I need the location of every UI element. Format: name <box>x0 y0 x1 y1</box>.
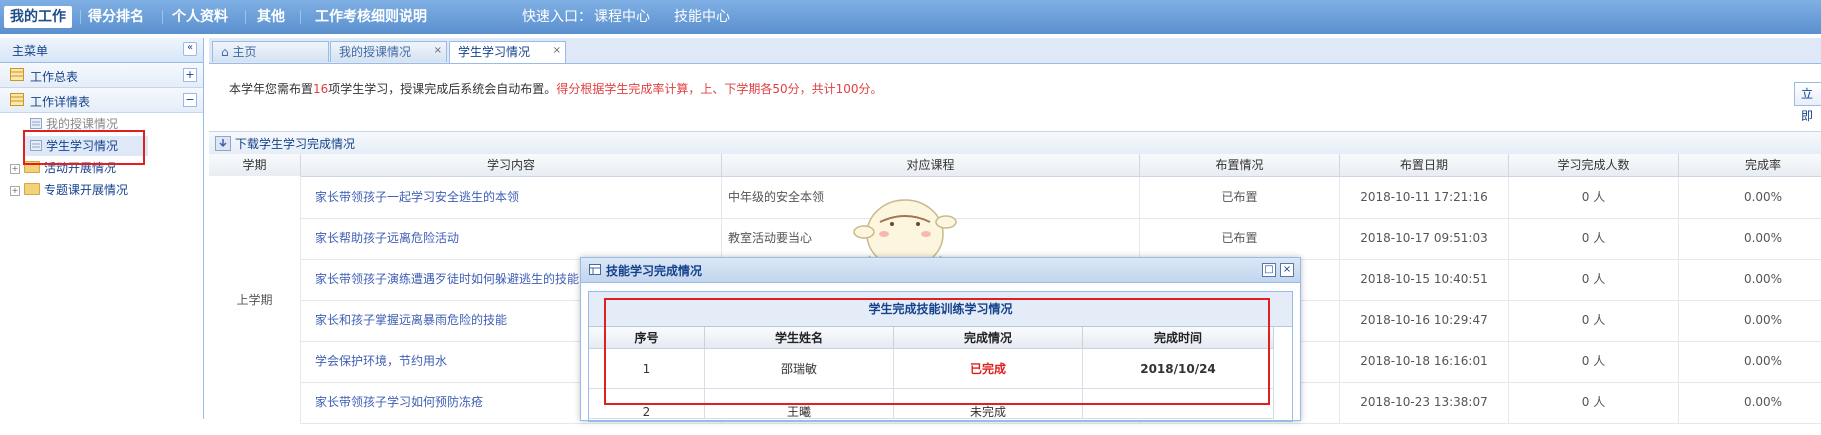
close-icon[interactable]: × <box>553 40 561 61</box>
rate-cell: 0.00% <box>1679 341 1821 382</box>
collapse-group-icon[interactable]: − <box>183 93 197 107</box>
table-icon <box>10 93 24 106</box>
date-cell: 2018-10-16 10:29:47 <box>1340 300 1509 341</box>
sidebar-group-work-summary[interactable]: 工作总表 + <box>0 63 203 88</box>
nav-divider <box>162 10 163 24</box>
table-row: 家长带领孩子一起学习安全逃生的本领 中年级的安全本领 已布置 2018-10-1… <box>209 177 1821 219</box>
nav-divider <box>80 10 81 24</box>
date-cell: 2018-10-18 16:16:01 <box>1340 341 1509 382</box>
download-link[interactable]: 下载学生学习完成情况 <box>235 135 355 152</box>
plus-icon[interactable]: + <box>10 186 20 196</box>
dialog-header: 技能学习完成情况 □ × <box>581 258 1300 283</box>
page-icon <box>30 118 42 129</box>
date-cell: 2018-10-17 09:51:03 <box>1340 218 1509 259</box>
download-icon <box>215 136 231 151</box>
home-icon: ⌂ <box>221 45 229 59</box>
rate-cell: 0.00% <box>1679 177 1821 218</box>
nav-score-ranking[interactable]: 得分排名 <box>88 6 144 28</box>
notice-text: 本学年您需布置16项学生学习，授课完成后系统会自动布置。得分根据学生完成率计算，… <box>229 80 883 97</box>
rate-cell: 0.00% <box>1679 382 1821 423</box>
status-cell: 已布置 <box>1140 177 1340 218</box>
tab-label: 主页 <box>232 45 257 59</box>
count-cell: 0 人 <box>1509 341 1679 382</box>
count-cell: 0 人 <box>1509 259 1679 300</box>
col-rate[interactable]: 完成率 <box>1679 154 1821 176</box>
plus-icon[interactable]: + <box>10 164 20 174</box>
nav-divider <box>300 10 301 24</box>
rate-cell: 0.00% <box>1679 259 1821 300</box>
status-cell: 已布置 <box>1140 218 1340 259</box>
table-icon <box>589 264 601 275</box>
term-cell: 上学期 <box>209 176 301 424</box>
assign-now-button[interactable]: 立即 <box>1794 82 1821 123</box>
tab-my-teaching[interactable]: 我的授课情况 × <box>330 41 447 62</box>
content-link[interactable]: 家长带领孩子一起学习安全逃生的本领 <box>301 177 722 218</box>
maximize-icon[interactable]: □ <box>1262 263 1276 277</box>
notice-count: 16 <box>313 82 329 96</box>
table-row: 家长帮助孩子远离危险活动 教室活动要当心 已布置 2018-10-17 09:5… <box>209 218 1821 260</box>
content-link[interactable]: 家长帮助孩子远离危险活动 <box>301 218 722 259</box>
nav-my-work[interactable]: 我的工作 <box>4 6 72 28</box>
dialog-title: 技能学习完成情况 <box>606 264 703 278</box>
sidebar-group-work-detail[interactable]: 工作详情表 − <box>0 88 203 113</box>
tab-label: 学生学习情况 <box>458 45 531 59</box>
nav-divider <box>245 10 246 24</box>
dialog-highlight-box <box>604 298 1270 405</box>
col-count[interactable]: 学习完成人数 <box>1509 154 1679 176</box>
download-toolbar: 下载学生学习完成情况 <box>209 131 1821 155</box>
quick-link-course-center[interactable]: 课程中心 <box>594 6 650 28</box>
rate-cell: 0.00% <box>1679 300 1821 341</box>
close-icon[interactable]: × <box>1280 263 1294 277</box>
sidebar-header: 主菜单 « <box>0 38 203 63</box>
nav-profile[interactable]: 个人资料 <box>172 6 228 28</box>
top-navbar: 我的工作 得分排名 个人资料 其他 工作考核细则说明 快速入口： 课程中心 技能… <box>0 0 1821 34</box>
sidebar-group-label: 工作详情表 <box>30 95 91 109</box>
table-icon <box>10 68 24 81</box>
collapse-icon[interactable]: « <box>183 42 197 56</box>
col-date[interactable]: 布置日期 <box>1340 154 1509 176</box>
date-cell: 2018-10-11 17:21:16 <box>1340 177 1509 218</box>
sidebar: 主菜单 « 工作总表 + 工作详情表 − 我的授课情况 学生学习情况 + 活动开展… <box>0 38 204 419</box>
sidebar-item-label: 专题课开展情况 <box>44 183 129 197</box>
tab-bar: ⌂ 主页 我的授课情况 × 学生学习情况 × <box>209 38 1821 64</box>
notice-panel: 本学年您需布置16项学生学习，授课完成后系统会自动布置。得分根据学生完成率计算，… <box>209 64 1821 134</box>
rate-cell: 0.00% <box>1679 218 1821 259</box>
count-cell: 0 人 <box>1509 382 1679 423</box>
col-status[interactable]: 布置情况 <box>1140 154 1340 176</box>
count-cell: 0 人 <box>1509 300 1679 341</box>
sidebar-title: 主菜单 <box>12 44 49 58</box>
notice-part: 项学生学习，授课完成后系统会自动布置。 <box>328 82 557 96</box>
grid-header: 学期 学习内容 对应课程 布置情况 布置日期 学习完成人数 完成率 <box>209 154 1821 177</box>
close-icon[interactable]: × <box>434 40 442 61</box>
sidebar-item-topic-courses[interactable]: + 专题课开展情况 <box>10 180 128 200</box>
folder-icon <box>24 183 40 195</box>
expand-icon[interactable]: + <box>183 68 197 82</box>
notice-part: 本学年您需布置 <box>229 82 314 96</box>
tab-label: 我的授课情况 <box>339 45 412 59</box>
date-cell: 2018-10-15 10:40:51 <box>1340 259 1509 300</box>
count-cell: 0 人 <box>1509 177 1679 218</box>
quick-entry-label: 快速入口： <box>522 9 592 25</box>
col-content[interactable]: 学习内容 <box>301 154 722 176</box>
date-cell: 2018-10-23 13:38:07 <box>1340 382 1509 423</box>
col-term[interactable]: 学期 <box>209 154 301 176</box>
count-cell: 0 人 <box>1509 218 1679 259</box>
sidebar-group-label: 工作总表 <box>30 70 79 84</box>
nav-assessment-rules[interactable]: 工作考核细则说明 <box>315 6 427 28</box>
quick-link-skill-center[interactable]: 技能中心 <box>674 6 730 28</box>
tab-home[interactable]: ⌂ 主页 <box>212 41 329 62</box>
highlight-box <box>23 130 145 165</box>
nav-other[interactable]: 其他 <box>257 6 285 28</box>
notice-score-rule: 得分根据学生完成率计算，上、下学期各50分，共计100分。 <box>556 82 883 96</box>
tab-student-learning[interactable]: 学生学习情况 × <box>449 41 566 63</box>
sidebar-item-label: 我的授课情况 <box>46 117 119 131</box>
col-course[interactable]: 对应课程 <box>722 154 1140 176</box>
